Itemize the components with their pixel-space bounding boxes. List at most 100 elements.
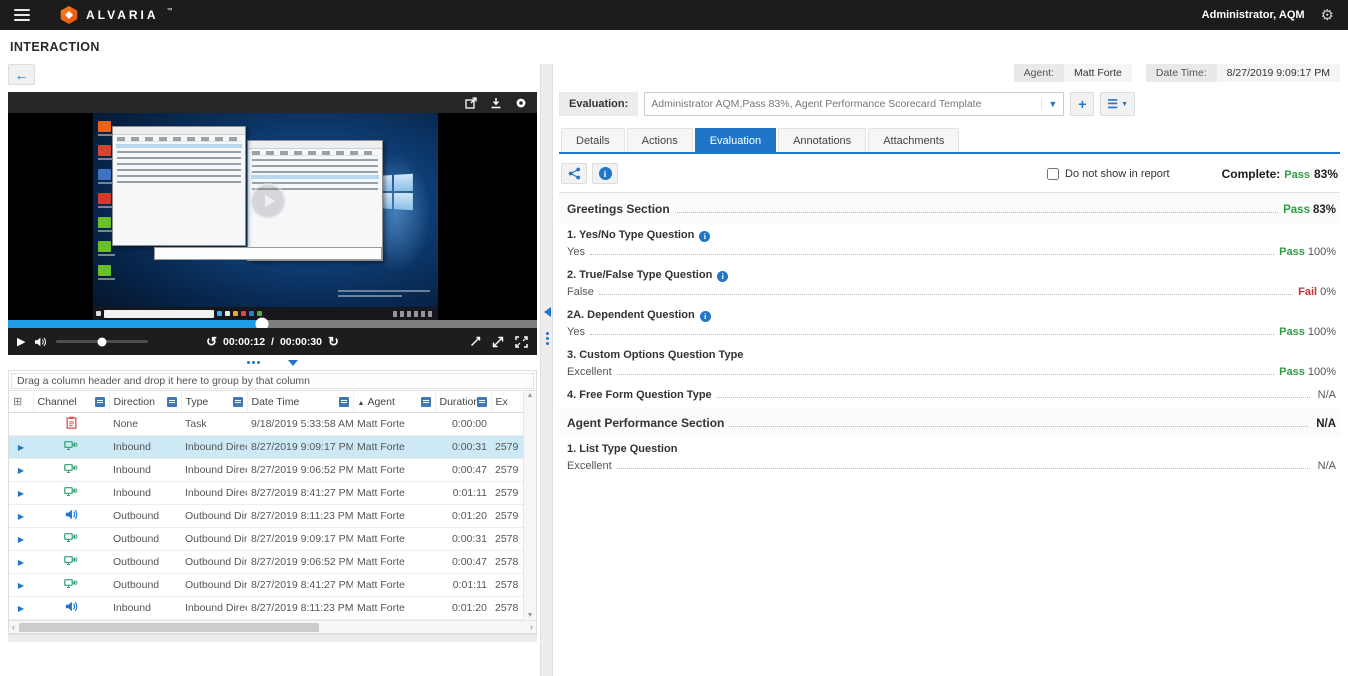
column-menu-icon[interactable]: [477, 397, 487, 407]
settings-gear-icon[interactable]: ⚙: [1321, 6, 1334, 24]
fullscreen-icon[interactable]: [515, 336, 528, 348]
tab-actions[interactable]: Actions: [627, 128, 693, 152]
cell-direction: Inbound: [109, 459, 181, 482]
group-by-bar[interactable]: Drag a column header and drop it here to…: [9, 371, 536, 391]
splitter-grip-dots-icon[interactable]: [546, 332, 549, 345]
pop-out-icon[interactable]: [492, 336, 504, 348]
play-button[interactable]: ▶: [17, 335, 25, 348]
expand-all-icon[interactable]: ⊞: [13, 396, 22, 408]
tab-details[interactable]: Details: [561, 128, 625, 152]
audio-icon: [65, 512, 78, 524]
cell-duration: 0:01:20: [435, 505, 491, 528]
tab-annotations[interactable]: Annotations: [778, 128, 866, 152]
volume-slider[interactable]: [56, 340, 148, 343]
scroll-thumb[interactable]: [19, 623, 319, 632]
question-block: 4. Free Form Question TypeN/A: [559, 383, 1340, 407]
column-menu-icon[interactable]: [167, 397, 177, 407]
cell-direction: Inbound: [109, 597, 181, 620]
interactions-grid: Drag a column header and drop it here to…: [8, 370, 537, 634]
info-button[interactable]: i: [592, 163, 618, 184]
add-evaluation-button[interactable]: +: [1070, 92, 1094, 116]
table-row[interactable]: ▶OutboundOutbound Dir...8/27/2019 9:06:5…: [9, 551, 524, 574]
column-menu-icon[interactable]: [95, 397, 105, 407]
table-row[interactable]: ▶InboundInbound Direc...8/27/2019 9:06:5…: [9, 459, 524, 482]
column-menu-icon[interactable]: [421, 397, 431, 407]
evaluation-menu-button[interactable]: ☰▼: [1100, 92, 1135, 116]
screen-audio-icon: [64, 581, 78, 593]
tab-evaluation[interactable]: Evaluation: [695, 128, 776, 152]
video-progress-fill: [8, 320, 262, 328]
row-expand-icon[interactable]: ▶: [18, 581, 24, 590]
table-row[interactable]: ▶OutboundOutbound Dir...8/27/2019 8:41:2…: [9, 574, 524, 597]
row-expand-icon[interactable]: ▶: [18, 535, 24, 544]
video-progress-bar[interactable]: [8, 320, 537, 328]
row-expand-icon[interactable]: ▶: [18, 489, 24, 498]
horizontal-splitter[interactable]: [8, 355, 537, 370]
brand-logo: ALVARIA ™: [60, 6, 173, 24]
table-row[interactable]: ▶InboundInbound Direc...8/27/2019 9:09:1…: [9, 436, 524, 459]
tab-attachments[interactable]: Attachments: [868, 128, 959, 152]
collapse-down-icon[interactable]: [288, 360, 298, 366]
time-separator: /: [271, 336, 274, 348]
question-info-icon[interactable]: i: [700, 311, 711, 322]
grid-horizontal-scrollbar[interactable]: ‹ ›: [9, 620, 536, 633]
play-overlay-button[interactable]: [250, 183, 286, 219]
user-menu[interactable]: Administrator, AQM: [1202, 9, 1305, 21]
evaluation-body: Greetings SectionPass83%1. Yes/No Type Q…: [559, 192, 1340, 477]
annotate-icon[interactable]: [470, 336, 481, 347]
column-header-ex[interactable]: Ex: [491, 391, 524, 413]
cell-duration: 0:01:11: [435, 574, 491, 597]
grid-vertical-scrollbar[interactable]: ▲▼: [523, 391, 536, 620]
question-info-icon[interactable]: i: [717, 271, 728, 282]
chevron-down-icon: ▼: [1041, 99, 1057, 109]
row-expand-icon[interactable]: ▶: [18, 466, 24, 475]
score-value: N/A: [1315, 460, 1336, 472]
evaluation-select[interactable]: Administrator AQM,Pass 83%, Agent Perfor…: [644, 92, 1064, 116]
download-icon[interactable]: [490, 97, 502, 109]
column-header-duration[interactable]: Duration: [435, 391, 491, 413]
row-expand-icon[interactable]: ▶: [18, 558, 24, 567]
row-expand-icon[interactable]: ▶: [18, 604, 24, 613]
column-menu-icon[interactable]: [339, 397, 349, 407]
total-time: 00:00:30: [280, 336, 322, 348]
cell-datetime: 8/27/2019 8:11:23 PM: [247, 597, 353, 620]
score-value: N/A: [1315, 389, 1336, 401]
column-header-type[interactable]: Type: [181, 391, 247, 413]
replay-icon[interactable]: ↻: [328, 334, 339, 350]
table-row[interactable]: ▶OutboundOutbound Dir...8/27/2019 8:11:2…: [9, 505, 524, 528]
do-not-show-label: Do not show in report: [1065, 168, 1170, 180]
row-expand-icon[interactable]: ▶: [18, 443, 24, 452]
rewind-icon[interactable]: ↺: [206, 334, 217, 350]
splitter-grip-icon[interactable]: [247, 361, 260, 364]
column-header-direction[interactable]: Direction: [109, 391, 181, 413]
row-expand-icon[interactable]: ▶: [18, 512, 24, 521]
volume-handle[interactable]: [98, 337, 107, 346]
vertical-splitter[interactable]: [540, 64, 553, 676]
screen-audio-icon: [64, 443, 78, 455]
cell-datetime: 8/27/2019 9:09:17 PM: [247, 528, 353, 551]
cell-type: Inbound Direc...: [181, 597, 247, 620]
cell-ext: 2579: [491, 459, 524, 482]
export-icon[interactable]: [465, 97, 477, 109]
table-row[interactable]: ▶InboundInbound Direc...8/27/2019 8:41:2…: [9, 482, 524, 505]
player-settings-icon[interactable]: [515, 97, 527, 109]
table-row[interactable]: NoneTask9/18/2019 5:33:58 AMMatt Forte0:…: [9, 413, 524, 436]
back-button[interactable]: ←: [8, 64, 35, 85]
scroll-left-icon[interactable]: ‹: [12, 622, 15, 632]
share-button[interactable]: [561, 163, 587, 184]
score-value: Pass100%: [1279, 246, 1336, 258]
column-header-date-time[interactable]: Date Time: [247, 391, 353, 413]
table-row[interactable]: ▶OutboundOutbound Dir...8/27/2019 9:09:1…: [9, 528, 524, 551]
table-row[interactable]: ▶ InboundInbound Direc...8/27/2019 8:11:2…: [9, 597, 524, 620]
hamburger-menu-icon[interactable]: [14, 9, 30, 21]
question-info-icon[interactable]: i: [699, 231, 710, 242]
column-header-agent[interactable]: ▲Agent: [353, 391, 435, 413]
scroll-right-icon[interactable]: ›: [530, 622, 533, 632]
do-not-show-checkbox[interactable]: [1047, 168, 1059, 180]
cell-agent: Matt Forte: [353, 482, 435, 505]
current-time: 00:00:12: [223, 336, 265, 348]
column-header-channel[interactable]: Channel: [33, 391, 109, 413]
collapse-left-icon[interactable]: [544, 307, 551, 317]
volume-icon[interactable]: [34, 336, 47, 348]
column-menu-icon[interactable]: [233, 397, 243, 407]
